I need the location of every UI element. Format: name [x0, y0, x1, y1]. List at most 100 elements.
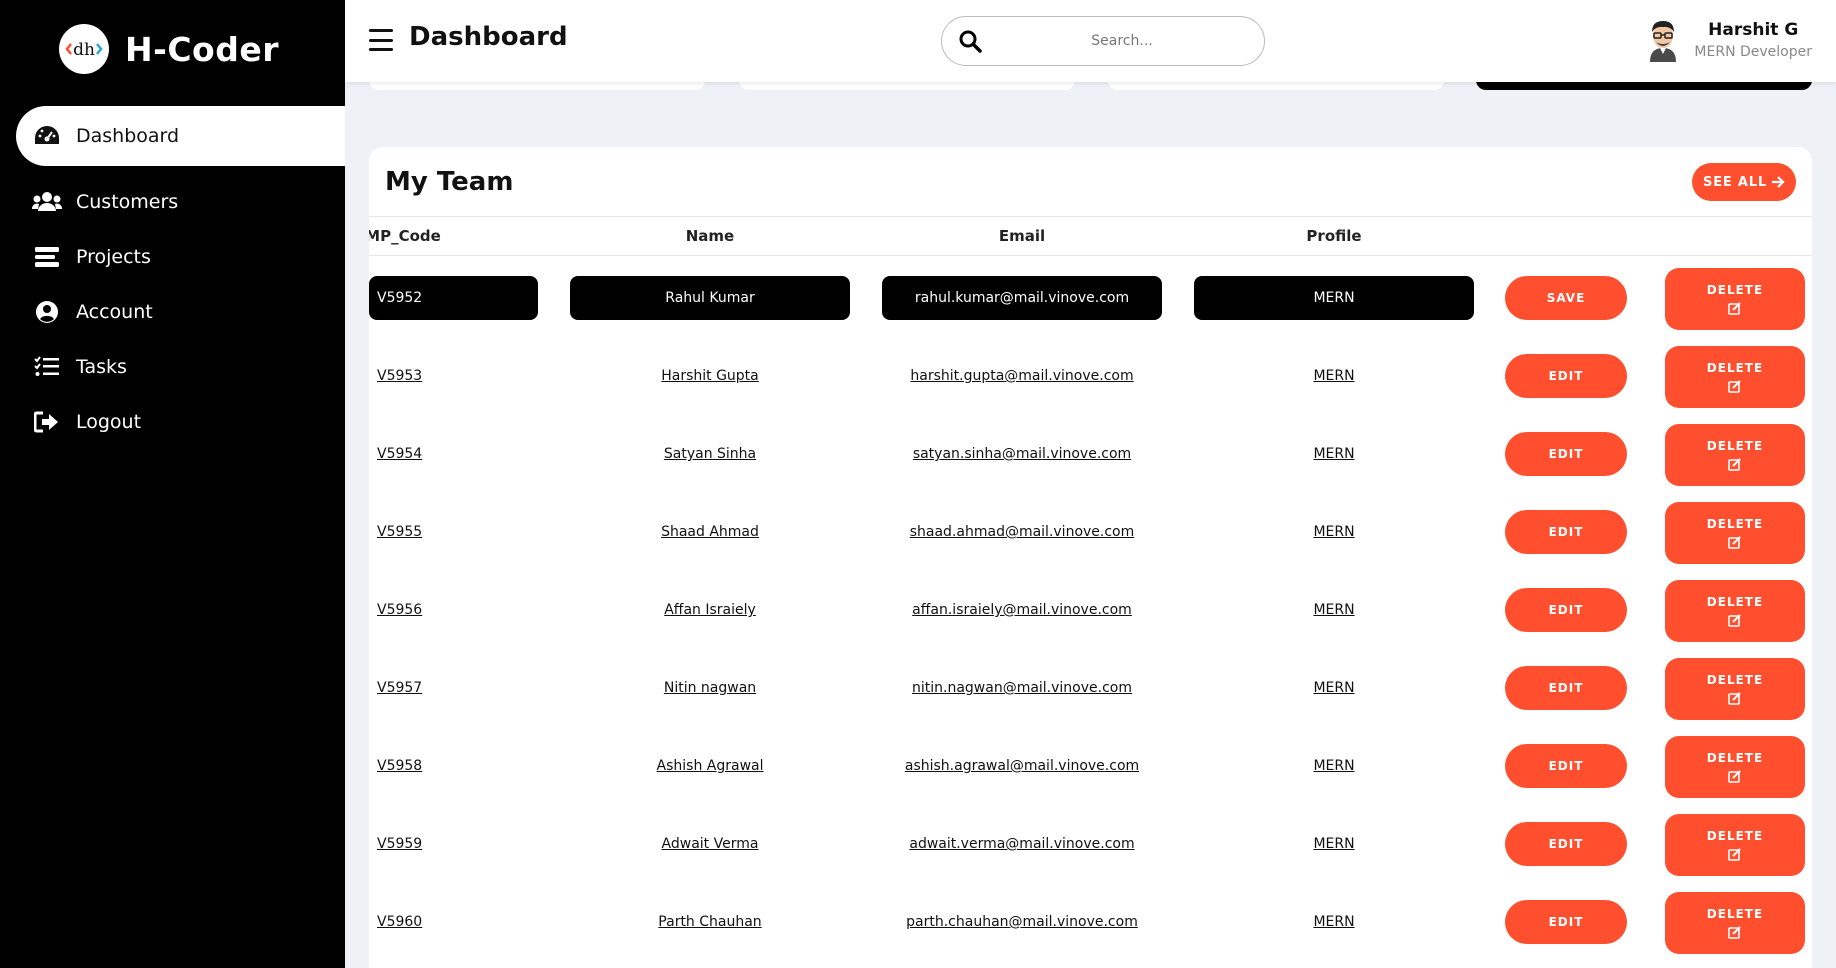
delete-button[interactable]: DELETE	[1665, 268, 1805, 330]
code-cell[interactable]: V5955	[369, 510, 538, 554]
delete-button[interactable]: DELETE	[1665, 658, 1805, 720]
profile-cell[interactable]: MERN	[1194, 666, 1474, 710]
email-cell[interactable]: shaad.ahmad@mail.vinove.com	[882, 510, 1162, 554]
gauge-icon	[32, 121, 62, 151]
edit-button[interactable]: EDIT	[1505, 822, 1627, 866]
sidebar-item-label: Dashboard	[76, 125, 180, 147]
delete-label: DELETE	[1706, 673, 1764, 687]
name-input[interactable]	[570, 290, 850, 306]
logo-icon: dh	[59, 24, 109, 74]
sidebar-item-tasks[interactable]: Tasks	[0, 341, 345, 393]
sidebar-item-label: Projects	[76, 246, 151, 268]
code-cell[interactable]: V5954	[369, 432, 538, 476]
edit-button[interactable]: EDIT	[1505, 588, 1627, 632]
table-row: V5960 Parth Chauhan parth.chauhan@mail.v…	[369, 880, 1812, 958]
profile-cell[interactable]: MERN	[1194, 900, 1474, 944]
table-row: V5957 Nitin nagwan nitin.nagwan@mail.vin…	[369, 646, 1812, 724]
table-row: V5956 Affan Israiely affan.israiely@mail…	[369, 568, 1812, 646]
name-cell[interactable]: Adwait Verma	[570, 822, 850, 866]
user-profile[interactable]: Harshit G MERN Developer	[1644, 18, 1812, 62]
code-cell[interactable]: V5959	[369, 822, 538, 866]
search-input[interactable]	[1002, 33, 1242, 49]
name-cell[interactable]: Satyan Sinha	[570, 432, 850, 476]
name-cell[interactable]: Harshit Gupta	[570, 354, 850, 398]
name-cell[interactable]: Shaad Ahmad	[570, 510, 850, 554]
brand[interactable]: dh H-Coder	[59, 24, 279, 74]
edit-button[interactable]: EDIT	[1505, 744, 1627, 788]
delete-button[interactable]: DELETE	[1665, 814, 1805, 876]
profile-field[interactable]	[1194, 276, 1474, 320]
code-cell[interactable]: V5956	[369, 588, 538, 632]
edit-button[interactable]: EDIT	[1505, 900, 1627, 944]
email-input[interactable]	[882, 290, 1162, 306]
edit-square-icon	[1728, 380, 1741, 393]
column-header-profile: Profile	[1306, 227, 1362, 245]
save-button[interactable]: SAVE	[1505, 276, 1627, 320]
code-field[interactable]	[369, 276, 538, 320]
edit-square-icon	[1728, 536, 1741, 549]
delete-button[interactable]: DELETE	[1665, 892, 1805, 954]
see-all-button[interactable]: SEE ALL	[1692, 163, 1796, 201]
edit-square-icon	[1728, 770, 1741, 783]
delete-button[interactable]: DELETE	[1665, 736, 1805, 798]
code-cell[interactable]: V5953	[369, 354, 538, 398]
profile-cell[interactable]: MERN	[1194, 354, 1474, 398]
delete-button[interactable]: DELETE	[1665, 346, 1805, 408]
sidebar-item-dashboard[interactable]: Dashboard	[16, 106, 345, 166]
user-name: Harshit G	[1708, 20, 1799, 40]
sidebar-item-account[interactable]: Account	[0, 286, 345, 338]
page-title: Dashboard	[409, 22, 568, 52]
email-cell[interactable]: satyan.sinha@mail.vinove.com	[882, 432, 1162, 476]
code-input[interactable]	[377, 290, 538, 306]
name-cell[interactable]: Ashish Agrawal	[570, 744, 850, 788]
delete-button[interactable]: DELETE	[1665, 502, 1805, 564]
list-icon	[32, 242, 62, 272]
code-cell[interactable]: V5957	[369, 666, 538, 710]
see-all-label: SEE ALL	[1703, 174, 1767, 190]
email-field[interactable]	[882, 276, 1162, 320]
profile-cell[interactable]: MERN	[1194, 744, 1474, 788]
profile-cell[interactable]: MERN	[1194, 432, 1474, 476]
avatar	[1650, 21, 1677, 62]
profile-cell[interactable]: MERN	[1194, 822, 1474, 866]
search-icon[interactable]	[958, 29, 982, 53]
table-row: SAVE DELETE	[369, 256, 1812, 334]
edit-button[interactable]: EDIT	[1505, 510, 1627, 554]
name-cell[interactable]: Affan Israiely	[570, 588, 850, 632]
delete-button[interactable]: DELETE	[1665, 424, 1805, 486]
email-cell[interactable]: harshit.gupta@mail.vinove.com	[882, 354, 1162, 398]
profile-input[interactable]	[1194, 290, 1474, 306]
sidebar-item-customers[interactable]: Customers	[0, 176, 345, 228]
panel-title: My Team	[385, 167, 514, 197]
sidebar-item-logout[interactable]: Logout	[0, 396, 345, 448]
edit-square-icon	[1728, 848, 1741, 861]
logout-icon	[32, 407, 62, 437]
email-cell[interactable]: adwait.verma@mail.vinove.com	[882, 822, 1162, 866]
name-cell[interactable]: Nitin nagwan	[570, 666, 850, 710]
delete-label: DELETE	[1706, 283, 1764, 297]
top-header: Dashboard Harshit G MERN Developer	[345, 0, 1836, 82]
name-field[interactable]	[570, 276, 850, 320]
edit-button[interactable]: EDIT	[1505, 354, 1627, 398]
menu-toggle-icon[interactable]	[369, 29, 393, 51]
tasks-icon	[32, 352, 62, 382]
edit-button[interactable]: EDIT	[1505, 432, 1627, 476]
brand-title: H-Coder	[125, 29, 279, 69]
delete-label: DELETE	[1706, 751, 1764, 765]
profile-cell[interactable]: MERN	[1194, 510, 1474, 554]
email-cell[interactable]: affan.israiely@mail.vinove.com	[882, 588, 1162, 632]
code-cell[interactable]: V5960	[369, 900, 538, 944]
name-cell[interactable]: Parth Chauhan	[570, 900, 850, 944]
email-cell[interactable]: parth.chauhan@mail.vinove.com	[882, 900, 1162, 944]
delete-label: DELETE	[1706, 517, 1764, 531]
edit-button[interactable]: EDIT	[1505, 666, 1627, 710]
team-table: MP_Code Name Email Profile SAVE DELETE V…	[369, 216, 1812, 954]
sidebar-item-projects[interactable]: Projects	[0, 231, 345, 283]
delete-button[interactable]: DELETE	[1665, 580, 1805, 642]
column-header-email: Email	[998, 227, 1046, 245]
profile-cell[interactable]: MERN	[1194, 588, 1474, 632]
email-cell[interactable]: nitin.nagwan@mail.vinove.com	[882, 666, 1162, 710]
code-cell[interactable]: V5958	[369, 744, 538, 788]
table-row: V5958 Ashish Agrawal ashish.agrawal@mail…	[369, 724, 1812, 802]
email-cell[interactable]: ashish.agrawal@mail.vinove.com	[882, 744, 1162, 788]
